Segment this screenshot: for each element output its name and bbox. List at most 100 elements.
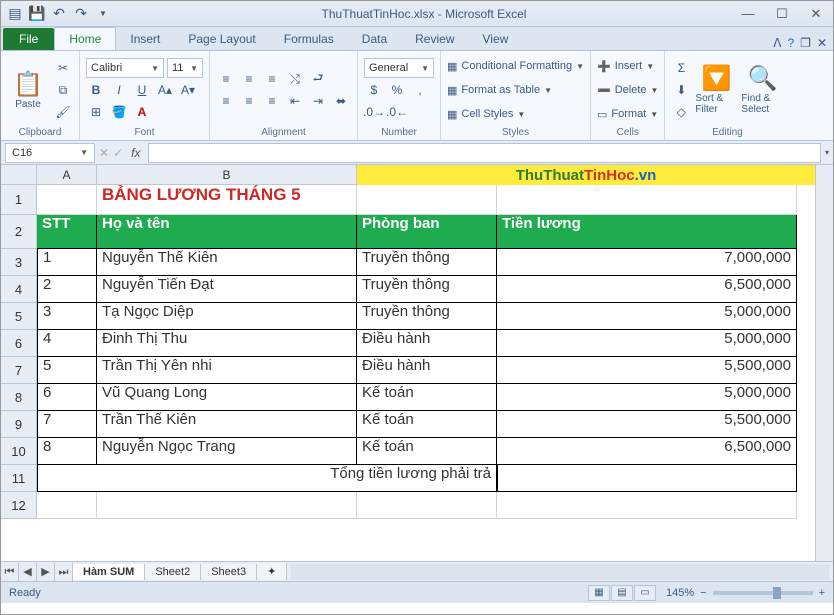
- cells-area[interactable]: BẢNG LƯƠNG THÁNG 5STTHọ và tênPhòng banT…: [37, 185, 815, 519]
- cell[interactable]: [37, 185, 97, 215]
- row-header[interactable]: 1: [1, 185, 37, 215]
- align-top-icon[interactable]: ≡: [216, 69, 236, 89]
- cell[interactable]: Kế toán: [357, 438, 497, 465]
- page-layout-view-icon[interactable]: ▤: [611, 585, 633, 601]
- sort-filter-button[interactable]: 🔽Sort & Filter: [695, 54, 737, 126]
- formula-input[interactable]: [148, 143, 821, 163]
- cell[interactable]: Điều hành: [357, 330, 497, 357]
- font-color-icon[interactable]: A: [132, 102, 152, 122]
- merge-icon[interactable]: ⬌: [331, 91, 351, 111]
- decrease-decimal-icon[interactable]: .0←: [387, 102, 407, 122]
- cell[interactable]: [97, 492, 357, 519]
- font-name-combo[interactable]: Calibri▼: [86, 58, 164, 78]
- cancel-formula-icon[interactable]: ✕: [99, 146, 109, 160]
- cell[interactable]: [497, 185, 797, 215]
- align-right-icon[interactable]: ≡: [262, 91, 282, 111]
- border-icon[interactable]: ⊞: [86, 102, 106, 122]
- increase-decimal-icon[interactable]: .0→: [364, 102, 384, 122]
- fx-icon[interactable]: fx: [127, 146, 144, 160]
- cell[interactable]: 5,500,000: [497, 411, 797, 438]
- col-header-a[interactable]: A: [37, 165, 97, 185]
- cell[interactable]: 6: [37, 384, 97, 411]
- page-break-view-icon[interactable]: ▭: [634, 585, 656, 601]
- cell[interactable]: 5,000,000: [497, 303, 797, 330]
- insert-button[interactable]: ➕Insert ▼: [597, 56, 658, 76]
- cell[interactable]: STT: [37, 215, 97, 249]
- cell[interactable]: 6,500,000: [497, 276, 797, 303]
- font-size-combo[interactable]: 11▼: [167, 58, 203, 78]
- tab-page-layout[interactable]: Page Layout: [174, 28, 269, 50]
- sheet-tab-1[interactable]: Hàm SUM: [73, 564, 145, 580]
- zoom-level[interactable]: 145%: [666, 587, 694, 599]
- expand-formula-icon[interactable]: ▾: [825, 148, 829, 157]
- cell[interactable]: [357, 492, 497, 519]
- format-as-table-button[interactable]: ▦Format as Table ▼: [447, 80, 584, 100]
- new-sheet-icon[interactable]: ✦: [257, 563, 287, 580]
- cell[interactable]: Kế toán: [357, 384, 497, 411]
- maximize-icon[interactable]: ☐: [769, 4, 795, 24]
- increase-font-icon[interactable]: A▴: [155, 80, 175, 100]
- cell[interactable]: Phòng ban: [357, 215, 497, 249]
- delete-button[interactable]: ➖Delete ▼: [597, 80, 658, 100]
- row-header[interactable]: 9: [1, 411, 37, 438]
- cell[interactable]: 6,500,000: [497, 438, 797, 465]
- cell[interactable]: Họ và tên: [97, 215, 357, 249]
- row-header[interactable]: 5: [1, 303, 37, 330]
- cell[interactable]: Kế toán: [357, 411, 497, 438]
- enter-formula-icon[interactable]: ✓: [113, 146, 123, 160]
- align-bottom-icon[interactable]: ≡: [262, 69, 282, 89]
- redo-icon[interactable]: ↷: [71, 4, 91, 24]
- sheet-tab-3[interactable]: Sheet3: [201, 564, 257, 580]
- window-restore-icon[interactable]: ❐: [800, 36, 811, 50]
- minimize-ribbon-icon[interactable]: ᐱ: [773, 36, 781, 50]
- cell[interactable]: 5: [37, 357, 97, 384]
- autosum-icon[interactable]: Σ: [671, 58, 691, 78]
- cell[interactable]: [497, 492, 797, 519]
- row-header[interactable]: 7: [1, 357, 37, 384]
- horizontal-scrollbar[interactable]: [291, 564, 829, 580]
- decrease-font-icon[interactable]: A▾: [178, 80, 198, 100]
- bold-button[interactable]: B: [86, 80, 106, 100]
- orientation-icon[interactable]: ⤭: [285, 69, 305, 89]
- qat-dropdown-icon[interactable]: ▼: [93, 4, 113, 24]
- cell[interactable]: Nguyễn Ngọc Trang: [97, 438, 357, 465]
- number-format-combo[interactable]: General▼: [364, 58, 434, 78]
- row-header[interactable]: 2: [1, 215, 37, 249]
- last-sheet-icon[interactable]: ⏭: [55, 563, 73, 581]
- paste-button[interactable]: 📋Paste: [7, 54, 49, 126]
- wrap-text-icon[interactable]: ⮐: [308, 69, 328, 89]
- window-close-icon[interactable]: ✕: [817, 36, 827, 50]
- save-icon[interactable]: 💾: [27, 4, 47, 24]
- conditional-formatting-button[interactable]: ▦Conditional Formatting ▼: [447, 56, 584, 76]
- percent-icon[interactable]: %: [387, 80, 407, 100]
- tab-view[interactable]: View: [469, 28, 523, 50]
- next-sheet-icon[interactable]: ▶: [37, 563, 55, 581]
- row-header[interactable]: 8: [1, 384, 37, 411]
- cell[interactable]: 5,000,000: [497, 384, 797, 411]
- cell[interactable]: Trần Thế Kiên: [97, 411, 357, 438]
- row-header[interactable]: 10: [1, 438, 37, 465]
- row-header[interactable]: 4: [1, 276, 37, 303]
- tab-data[interactable]: Data: [348, 28, 401, 50]
- cell[interactable]: Điều hành: [357, 357, 497, 384]
- col-header-b[interactable]: B: [97, 165, 357, 185]
- cell[interactable]: Vũ Quang Long: [97, 384, 357, 411]
- clear-icon[interactable]: ◇: [671, 102, 691, 122]
- name-box[interactable]: C16▼: [5, 143, 95, 163]
- tab-home[interactable]: Home: [54, 27, 116, 50]
- cell[interactable]: Tiền lương: [497, 215, 797, 249]
- zoom-slider[interactable]: [713, 591, 813, 595]
- decrease-indent-icon[interactable]: ⇤: [285, 91, 305, 111]
- cell[interactable]: 7,000,000: [497, 249, 797, 276]
- increase-indent-icon[interactable]: ⇥: [308, 91, 328, 111]
- first-sheet-icon[interactable]: ⏮: [1, 563, 19, 581]
- currency-icon[interactable]: $: [364, 80, 384, 100]
- tab-review[interactable]: Review: [401, 28, 468, 50]
- cell[interactable]: Trần Thị Yên nhi: [97, 357, 357, 384]
- cell[interactable]: [497, 465, 797, 492]
- cell-styles-button[interactable]: ▦Cell Styles ▼: [447, 104, 584, 124]
- row-header[interactable]: 6: [1, 330, 37, 357]
- file-tab[interactable]: File: [3, 28, 54, 50]
- tab-formulas[interactable]: Formulas: [270, 28, 348, 50]
- align-middle-icon[interactable]: ≡: [239, 69, 259, 89]
